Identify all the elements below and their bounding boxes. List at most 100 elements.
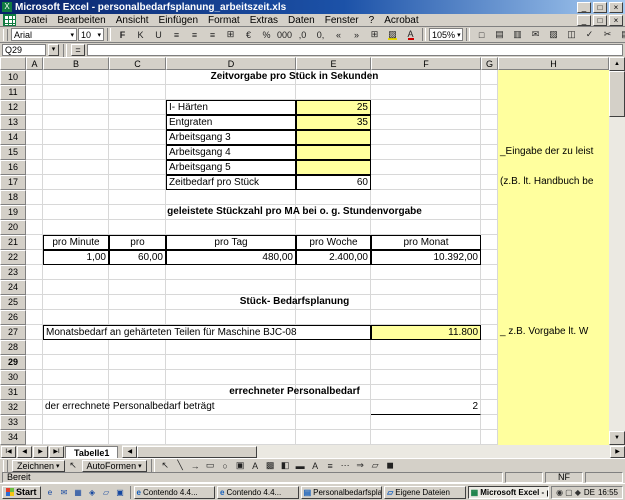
cell-H25[interactable] [498,295,609,310]
cell-A25[interactable] [26,295,43,310]
cell-G16[interactable] [481,160,498,175]
cell-B20[interactable] [43,220,109,235]
row-header-13[interactable]: 13 [0,115,26,130]
cell-C14[interactable] [109,130,166,145]
row-header-16[interactable]: 16 [0,160,26,175]
cell-D16[interactable]: Arbeitsgang 5 [166,160,296,175]
media-icon[interactable]: ◈ [86,486,99,499]
cell-F27[interactable]: 11.800 [371,325,481,340]
cell-E23[interactable] [296,265,371,280]
cell-F16[interactable] [371,160,481,175]
cell-C11[interactable] [109,85,166,100]
row-header-21[interactable]: 21 [0,235,26,250]
cell-H10[interactable] [498,70,609,85]
col-header-G[interactable]: G [481,57,498,70]
cell-D12[interactable]: I- Härten [166,100,296,115]
cell-B23[interactable] [43,265,109,280]
cell-C28[interactable] [109,340,166,355]
increase-decimal-icon[interactable]: ,0 [294,28,311,42]
cell-C12[interactable] [109,100,166,115]
cell-E12[interactable]: 25 [296,100,371,115]
cell-D21[interactable]: pro Tag [166,235,296,250]
mail-icon[interactable]: ▣ [114,486,127,499]
cell-G28[interactable] [481,340,498,355]
name-box-dropdown[interactable]: ▾ [48,44,59,56]
scroll-up-icon[interactable]: ▲ [609,57,625,71]
cell-C33[interactable] [109,415,166,430]
cell-B29[interactable] [43,355,109,370]
outlook-icon[interactable]: ✉ [58,486,71,499]
doc-close-button[interactable]: × [609,14,623,26]
cell-E24[interactable] [296,280,371,295]
cell-A32[interactable] [26,400,43,415]
cell-A12[interactable] [26,100,43,115]
cell-H33[interactable] [498,415,609,430]
cell-C34[interactable] [109,430,166,445]
cell-F30[interactable] [371,370,481,385]
cell-D26[interactable] [166,310,296,325]
cell-C21[interactable]: pro [109,235,166,250]
col-header-B[interactable]: B [43,57,109,70]
row-header-22[interactable]: 22 [0,250,26,265]
cell-H23[interactable] [498,265,609,280]
email-icon[interactable]: ✉ [527,28,544,42]
cell-A26[interactable] [26,310,43,325]
cell-H32[interactable] [498,400,609,415]
cell-E18[interactable] [296,190,371,205]
show-desktop-icon[interactable]: ▦ [72,486,85,499]
cell-H14[interactable] [498,130,609,145]
row-header-27[interactable]: 27 [0,325,26,340]
vertical-scrollbar[interactable]: ▲ ▼ [609,57,625,445]
cell-A27[interactable] [26,325,43,340]
cell-F33[interactable] [371,415,481,430]
row-header-30[interactable]: 30 [0,370,26,385]
cell-C13[interactable] [109,115,166,130]
cell-B17[interactable] [43,175,109,190]
toolbar-grip[interactable] [3,459,8,472]
cell-D28[interactable] [166,340,296,355]
col-header-E[interactable]: E [296,57,371,70]
cell-A28[interactable] [26,340,43,355]
cell-H16[interactable] [498,160,609,175]
select-arrow-icon[interactable]: ↖ [159,460,172,472]
close-button[interactable]: × [609,1,623,13]
row-header-24[interactable]: 24 [0,280,26,295]
cell-G13[interactable] [481,115,498,130]
cell-B11[interactable] [43,85,109,100]
select-arrow-icon[interactable]: ↖ [67,460,80,472]
col-header-D[interactable]: D [166,57,296,70]
menu-item-ansicht[interactable]: Ansicht [111,15,154,26]
line-style-icon[interactable]: ≡ [324,460,337,472]
cell-E20[interactable] [296,220,371,235]
cell-G31[interactable] [481,385,498,400]
cell-D18[interactable] [166,190,296,205]
cell-E11[interactable] [296,85,371,100]
cell-C15[interactable] [109,145,166,160]
horizontal-scroll-thumb[interactable] [137,445,258,458]
cell-A16[interactable] [26,160,43,175]
cell-D29[interactable] [166,355,296,370]
minimize-button[interactable]: _ [577,1,591,13]
cell-B24[interactable] [43,280,109,295]
cell-G30[interactable] [481,370,498,385]
cell-H19[interactable] [498,205,609,220]
scroll-down-icon[interactable]: ▼ [609,431,625,445]
col-header-A[interactable]: A [26,57,43,70]
spelling-icon[interactable]: ✓ [581,28,598,42]
cell-F26[interactable] [371,310,481,325]
cell-A23[interactable] [26,265,43,280]
select-all-corner[interactable] [0,57,26,70]
doc-restore-button[interactable]: □ [593,14,607,26]
cell-H34[interactable] [498,430,609,445]
zeichnen-button[interactable]: Zeichnen ▾ [12,459,65,472]
cell-B18[interactable] [43,190,109,205]
cell-C25[interactable]: Stück- Bedarfsplanung [109,295,481,310]
row-header-12[interactable]: 12 [0,100,26,115]
cell-D13[interactable]: Entgraten [166,115,296,130]
cell-F20[interactable] [371,220,481,235]
cell-B13[interactable] [43,115,109,130]
col-header-H[interactable]: H [498,57,609,70]
cell-G32[interactable] [481,400,498,415]
cell-F29[interactable] [371,355,481,370]
save-icon[interactable]: ▥ [509,28,526,42]
